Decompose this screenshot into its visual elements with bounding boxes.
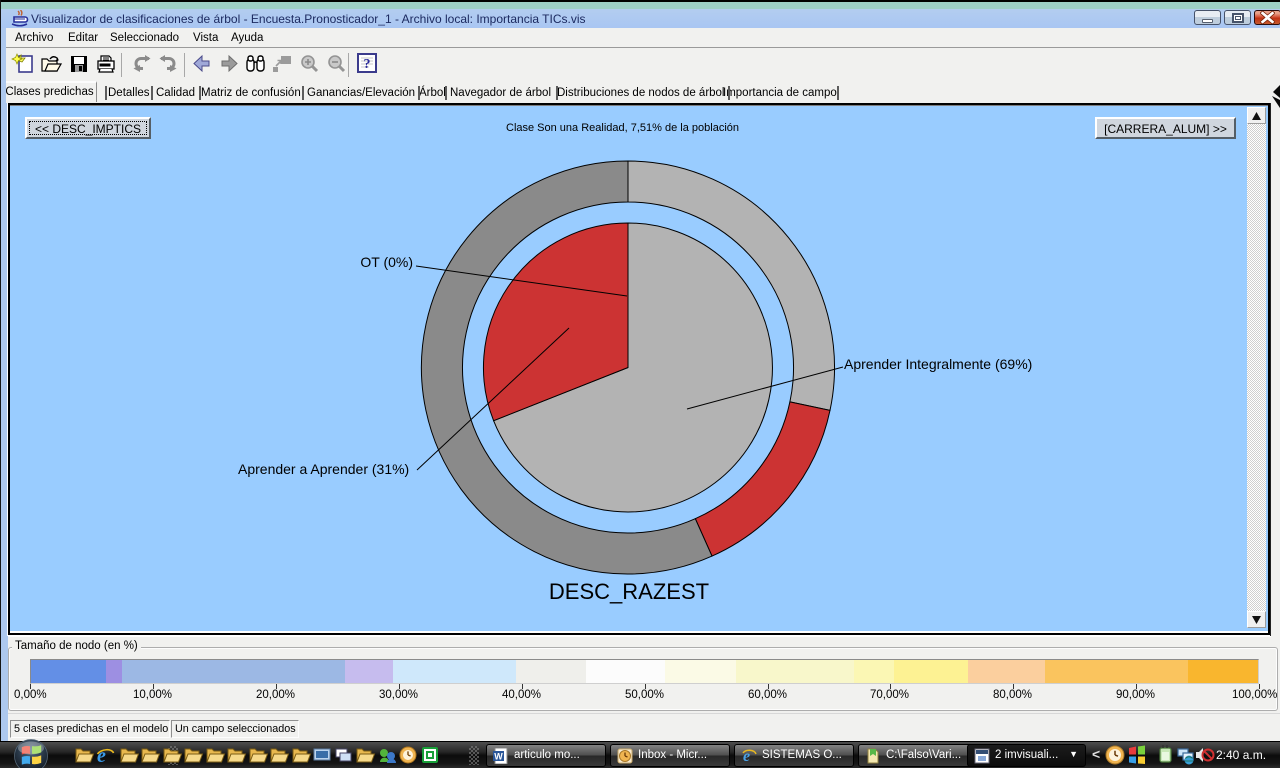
svg-text:e: e <box>97 745 106 767</box>
svg-text:W: W <box>494 752 503 762</box>
